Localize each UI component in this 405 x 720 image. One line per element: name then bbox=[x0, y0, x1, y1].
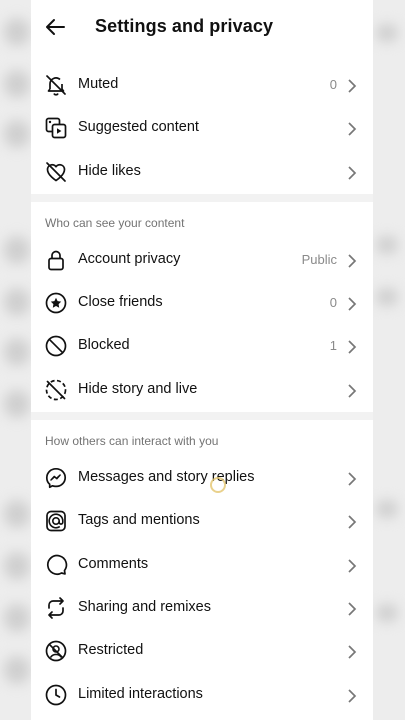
list-top: Muted 0 Suggested content Hide likes bbox=[31, 64, 373, 194]
row-label: Close friends bbox=[78, 294, 163, 311]
row-limited-interactions[interactable]: Limited interactions bbox=[31, 674, 373, 717]
back-arrow-icon[interactable] bbox=[43, 15, 67, 39]
row-value: 0 bbox=[329, 77, 337, 92]
restricted-icon bbox=[45, 640, 67, 662]
chevron-right-icon bbox=[348, 472, 357, 486]
comment-icon bbox=[46, 554, 68, 575]
muted-bell-icon bbox=[46, 75, 66, 96]
settings-panel: Settings and privacy Muted 0 Suggested c… bbox=[31, 0, 373, 720]
row-label: Sharing and remixes bbox=[78, 598, 211, 615]
chevron-right-icon bbox=[348, 340, 357, 355]
chevron-right-icon bbox=[348, 515, 357, 529]
row-label: Suggested content bbox=[78, 119, 199, 136]
row-label: Blocked bbox=[78, 337, 130, 354]
row-muted[interactable]: Muted 0 bbox=[31, 64, 373, 107]
chevron-right-icon bbox=[348, 79, 357, 93]
chevron-right-icon bbox=[348, 602, 357, 616]
lock-icon bbox=[48, 250, 64, 271]
row-label: Messages and story replies bbox=[78, 469, 255, 486]
row-label: Account privacy bbox=[78, 250, 181, 267]
section-separator bbox=[31, 412, 373, 421]
sharing-icon bbox=[48, 597, 64, 619]
row-hide-likes[interactable]: Hide likes bbox=[31, 151, 373, 194]
page-title: Settings and privacy bbox=[95, 16, 274, 36]
row-label: Muted bbox=[78, 76, 119, 92]
row-label: Restricted bbox=[78, 642, 144, 659]
section-separator bbox=[31, 193, 373, 202]
row-label: Comments bbox=[78, 555, 149, 572]
row-hide-story-and-live[interactable]: Hide story and live bbox=[31, 369, 373, 412]
row-label: Tags and mentions bbox=[78, 512, 200, 529]
hide-story-icon bbox=[45, 379, 67, 401]
at-sign-icon bbox=[46, 511, 66, 532]
row-messages-and-story-replies[interactable]: Messages and story replies bbox=[31, 457, 373, 500]
chevron-right-icon bbox=[348, 384, 357, 398]
suggested-content-icon bbox=[45, 117, 67, 139]
hide-likes-icon bbox=[46, 161, 66, 182]
row-restricted[interactable]: Restricted bbox=[31, 630, 373, 673]
row-blocked[interactable]: Blocked 1 bbox=[31, 325, 373, 368]
row-close-friends[interactable]: Close friends 0 bbox=[31, 282, 373, 325]
header: Settings and privacy bbox=[31, 0, 373, 54]
chevron-right-icon bbox=[348, 688, 357, 703]
row-suggested-content[interactable]: Suggested content bbox=[31, 107, 373, 150]
chevron-right-icon bbox=[348, 165, 357, 180]
row-value: Public bbox=[301, 251, 337, 267]
row-label: Limited interactions bbox=[78, 685, 203, 702]
row-comments[interactable]: Comments bbox=[31, 544, 373, 587]
row-tags-and-mentions[interactable]: Tags and mentions bbox=[31, 500, 373, 543]
row-sharing-and-remixes[interactable]: Sharing and remixes bbox=[31, 587, 373, 630]
row-label: Hide likes bbox=[78, 162, 141, 179]
star-circle-icon bbox=[45, 292, 67, 314]
touch-indicator bbox=[210, 477, 226, 493]
section-header-how-others-interact: How others can interact with you bbox=[31, 420, 373, 457]
row-value: 0 bbox=[329, 295, 337, 311]
section-title: Who can see your content bbox=[45, 215, 185, 230]
chevron-right-icon bbox=[348, 297, 357, 311]
chevron-right-icon bbox=[348, 254, 357, 268]
chevron-right-icon bbox=[348, 559, 357, 573]
messenger-icon bbox=[45, 468, 67, 489]
row-label: Hide story and live bbox=[78, 380, 198, 397]
section-title: How others can interact with you bbox=[45, 434, 219, 449]
blocked-icon bbox=[45, 336, 67, 357]
row-account-privacy[interactable]: Account privacy Public bbox=[31, 239, 373, 282]
section-header-who-can-see: Who can see your content bbox=[31, 202, 373, 239]
chevron-right-icon bbox=[348, 645, 357, 659]
limited-interactions-icon bbox=[45, 684, 67, 705]
row-value: 1 bbox=[329, 338, 337, 354]
chevron-right-icon bbox=[348, 122, 357, 136]
